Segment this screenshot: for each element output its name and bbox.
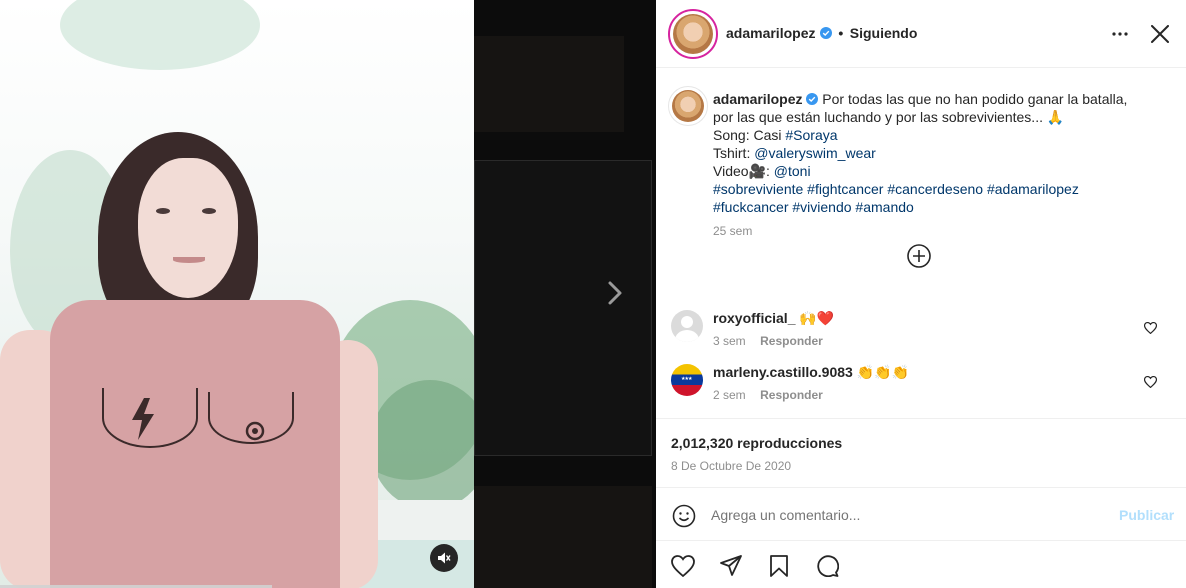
mention-link[interactable]: @toni xyxy=(774,163,811,179)
caption-username[interactable]: adamarilopez xyxy=(713,91,802,107)
plus-circle-icon xyxy=(907,244,931,268)
view-count[interactable]: 2,012,320 reproducciones xyxy=(671,435,842,451)
verified-badge-icon xyxy=(806,93,819,105)
verified-badge-icon xyxy=(819,27,832,39)
caption-song-line: Song: Casi #Soraya xyxy=(713,126,1163,144)
person-face xyxy=(138,158,238,298)
background-post-thumbnail xyxy=(474,36,624,132)
tree xyxy=(60,0,260,70)
person-eye xyxy=(156,208,170,214)
comment-like-button[interactable] xyxy=(1142,320,1158,336)
reply-button[interactable]: Responder xyxy=(760,388,823,402)
comment-time: 2 sem xyxy=(713,388,746,402)
caption-timestamp: 25 sem xyxy=(713,224,753,238)
caption-tshirt-line: Tshirt: @valeryswim_wear xyxy=(713,144,1163,162)
post-video[interactable] xyxy=(0,0,474,588)
hashtag-link[interactable]: #sobreviviente xyxy=(713,181,803,197)
share-button[interactable] xyxy=(716,552,746,580)
more-options-icon xyxy=(1112,32,1128,36)
person-shirt xyxy=(50,300,340,588)
tree xyxy=(370,380,474,510)
nipple-print xyxy=(245,421,265,441)
post-date[interactable]: 8 De Octubre De 2020 xyxy=(671,459,791,473)
close-button[interactable] xyxy=(1146,20,1174,48)
smiley-icon xyxy=(672,504,696,528)
hashtag-link[interactable]: #cancerdeseno xyxy=(887,181,983,197)
comment-time: 3 sem xyxy=(713,334,746,348)
background-post-frame xyxy=(474,160,652,456)
background-post-thumbnail xyxy=(474,486,652,588)
save-button[interactable] xyxy=(764,552,794,580)
following-button[interactable]: Siguiendo xyxy=(850,25,918,41)
comment-button[interactable] xyxy=(812,552,842,580)
hashtag-link[interactable]: #amando xyxy=(855,199,913,215)
bookmark-icon xyxy=(770,555,788,577)
venezuela-flag-avatar[interactable]: ★★★ xyxy=(671,364,703,396)
tshirt-label: Tshirt: xyxy=(713,145,755,161)
publish-button[interactable]: Publicar xyxy=(1119,507,1174,523)
video-label: Video🎥: xyxy=(713,163,774,179)
speaker-muted-icon xyxy=(438,552,451,564)
comment-like-button[interactable] xyxy=(1142,374,1158,390)
comment-form: Publicar xyxy=(656,487,1186,541)
paper-plane-icon xyxy=(720,555,742,576)
comment-item: ★★★ marleny.castillo.9083 👏👏👏 2 sem Resp… xyxy=(656,362,1186,408)
person-mouth xyxy=(173,257,205,263)
hashtag-line: #fuckcancer #viviendo #amando xyxy=(713,198,1163,216)
comment-text: 👏👏👏 xyxy=(856,364,910,380)
comment-list: roxyofficial_ 🙌❤️ 3 sem Responder ★★★ ma… xyxy=(656,300,1186,418)
hashtag-line: #sobreviviente #fightcancer #cancerdesen… xyxy=(713,180,1163,198)
caption-video-line: Video🎥: @toni xyxy=(713,162,1163,180)
comment-username[interactable]: marleny.castillo.9083 xyxy=(713,364,853,380)
person-eye xyxy=(202,208,216,214)
action-bar xyxy=(656,542,1186,588)
hashtag-link[interactable]: #adamarilopez xyxy=(987,181,1079,197)
separator-dot: • xyxy=(838,25,844,41)
caption-avatar[interactable] xyxy=(672,90,704,122)
heart-icon xyxy=(1143,376,1157,388)
comment-username[interactable]: roxyofficial_ xyxy=(713,310,795,326)
heart-icon xyxy=(671,555,695,577)
hashtag-link[interactable]: #fuckcancer xyxy=(713,199,788,215)
caption-line: Por todas las que no han podido ganar la… xyxy=(822,91,1128,107)
song-label: Song: Casi xyxy=(713,127,786,143)
load-more-comments-button[interactable] xyxy=(906,243,932,269)
default-avatar[interactable] xyxy=(671,310,703,342)
comment-text: 🙌❤️ xyxy=(799,310,835,326)
hashtag-link[interactable]: #fightcancer xyxy=(807,181,883,197)
reply-button[interactable]: Responder xyxy=(760,334,823,348)
caption-line: por las que están luchando y por las sob… xyxy=(713,109,1065,125)
lightning-bolt-print xyxy=(132,398,154,440)
chevron-right-icon xyxy=(608,281,622,305)
speech-bubble-icon xyxy=(817,555,839,577)
hashtag-link[interactable]: #Soraya xyxy=(785,127,837,143)
mention-link[interactable]: @valeryswim_wear xyxy=(754,145,876,161)
hashtag-link[interactable]: #viviendo xyxy=(792,199,851,215)
post-header: adamarilopez • Siguiendo xyxy=(656,0,1186,68)
more-options-button[interactable] xyxy=(1106,22,1134,46)
close-icon xyxy=(1151,25,1169,43)
next-post-button[interactable] xyxy=(600,278,630,308)
heart-icon xyxy=(1143,322,1157,334)
post-stats: 2,012,320 reproducciones 8 De Octubre De… xyxy=(656,418,1186,486)
mute-button[interactable] xyxy=(430,544,458,572)
comment-item: roxyofficial_ 🙌❤️ 3 sem Responder xyxy=(656,308,1186,354)
header-username[interactable]: adamarilopez xyxy=(726,25,815,41)
like-button[interactable] xyxy=(668,552,698,580)
emoji-button[interactable] xyxy=(670,502,698,530)
comment-input[interactable] xyxy=(711,504,1091,526)
avatar[interactable] xyxy=(673,14,713,54)
post-details-panel: adamarilopez • Siguiendo adamarilopez Po… xyxy=(656,0,1186,588)
